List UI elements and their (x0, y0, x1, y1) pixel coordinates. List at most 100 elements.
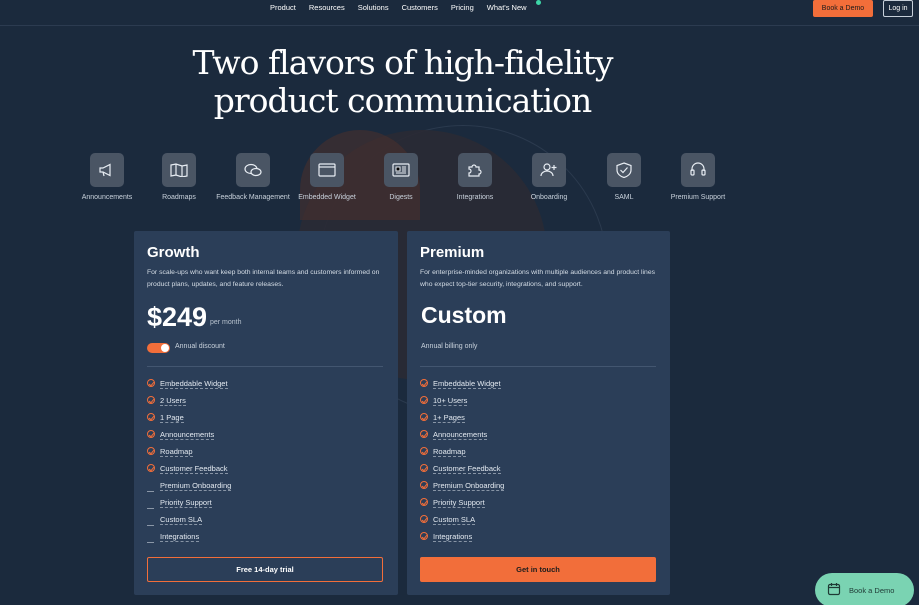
floating-demo-label: Book a Demo (849, 585, 895, 595)
feature-tooltip-link[interactable]: Embeddable Widget (433, 379, 501, 389)
feature-tooltip-link[interactable]: Announcements (160, 430, 215, 440)
feature-label: SAML (614, 194, 634, 201)
map-icon (162, 153, 196, 187)
feature-digests[interactable]: Digests (364, 153, 438, 203)
list-item: Priority Support (420, 498, 504, 515)
nav-link-resources[interactable]: Resources (309, 3, 345, 12)
feature-premium-support[interactable]: Premium Support (661, 153, 735, 203)
check-circle-icon (420, 447, 428, 455)
dash-icon (147, 525, 154, 526)
feature-tooltip-link[interactable]: Roadmap (160, 447, 193, 457)
list-item: Integrations (147, 532, 231, 549)
feature-tooltip-link[interactable]: Announcements (433, 430, 488, 440)
feature-integrations[interactable]: Integrations (438, 153, 512, 203)
page-title-line-1: Two flavors of high-fidelity (192, 43, 614, 82)
feature-tooltip-link[interactable]: Customer Feedback (160, 464, 228, 474)
check-circle-icon (147, 464, 155, 472)
window-icon (310, 153, 344, 187)
newspaper-icon (384, 153, 418, 187)
feature-tooltip-link[interactable]: Embeddable Widget (160, 379, 228, 389)
feature-tooltip-link[interactable]: Integrations (433, 532, 473, 542)
floating-book-demo-button[interactable]: Book a Demo (815, 573, 914, 605)
feature-label: Integrations (456, 194, 494, 201)
check-circle-icon (420, 413, 428, 421)
nav-link-customers[interactable]: Customers (402, 3, 438, 12)
feature-label: Announcements (81, 194, 133, 201)
get-in-touch-button[interactable]: Get in touch (420, 557, 656, 582)
check-circle-icon (420, 396, 428, 404)
check-circle-icon (420, 481, 428, 489)
nav-link-product[interactable]: Product (270, 3, 296, 12)
login-button[interactable]: Log in (883, 0, 913, 17)
check-circle-icon (147, 430, 155, 438)
list-item: Announcements (420, 430, 504, 447)
nav-link-pricing[interactable]: Pricing (451, 3, 474, 12)
nav-links: Product Resources Solutions Customers Pr… (270, 3, 540, 12)
feature-saml[interactable]: SAML (587, 153, 661, 203)
feature-tooltip-link[interactable]: 1 Page (160, 413, 184, 423)
feature-tooltip-link[interactable]: Custom SLA (433, 515, 476, 525)
plan-feature-list: Embeddable Widget 2 Users 1 Page Announc… (147, 379, 232, 549)
list-item: Embeddable Widget (420, 379, 504, 396)
book-demo-button[interactable]: Book a Demo (813, 0, 873, 17)
feature-tooltip-link[interactable]: Priority Support (160, 498, 212, 508)
headset-icon (681, 153, 715, 187)
growth-plan-card: Growth For scale-ups who want keep both … (134, 231, 398, 595)
user-plus-icon (532, 153, 566, 187)
feature-roadmaps[interactable]: Roadmaps (142, 153, 216, 203)
feature-tooltip-link[interactable]: Customer Feedback (433, 464, 501, 474)
feature-label: Roadmaps (162, 194, 196, 201)
feature-tooltip-link[interactable]: Roadmap (433, 447, 466, 457)
plan-description: For scale-ups who want keep both interna… (147, 269, 380, 288)
price-period: per month (210, 319, 242, 326)
shield-check-icon (607, 153, 641, 187)
billing-note: Annual billing only (421, 343, 478, 350)
premium-plan-card: Premium For enterprise-minded organizati… (407, 231, 670, 595)
feature-tooltip-link[interactable]: Custom SLA (160, 515, 203, 525)
check-circle-icon (420, 498, 428, 506)
plan-title: Premium (420, 244, 485, 261)
feature-embedded-widget[interactable]: Embedded Widget (290, 153, 364, 203)
check-circle-icon (147, 413, 155, 421)
nav-link-whats-new[interactable]: What's New (487, 3, 527, 12)
feature-tooltip-link[interactable]: Premium Onboarding (160, 481, 232, 491)
list-item: Integrations (420, 532, 504, 549)
feature-tooltip-link[interactable]: Priority Support (433, 498, 485, 508)
plan-price: $249 (147, 302, 208, 332)
check-circle-icon (420, 430, 428, 438)
list-item: Priority Support (147, 498, 231, 515)
list-item: Premium Onboarding (420, 481, 505, 498)
list-item: 1+ Pages (420, 413, 504, 430)
check-circle-icon (147, 379, 155, 387)
free-trial-button[interactable]: Free 14-day trial (147, 557, 383, 582)
feature-feedback-management[interactable]: Feedback Management (216, 153, 290, 203)
megaphone-icon (90, 153, 124, 187)
feature-label: Feedback Management (216, 194, 290, 201)
feature-tooltip-link[interactable]: 10+ Users (433, 396, 468, 406)
feature-label: Premium Support (670, 194, 726, 201)
nav-link-solutions[interactable]: Solutions (358, 3, 389, 12)
feature-tooltip-link[interactable]: Premium Onboarding (433, 481, 505, 491)
calendar-icon (827, 582, 841, 598)
check-circle-icon (420, 464, 428, 472)
feature-tooltip-link[interactable]: 1+ Pages (433, 413, 465, 423)
feature-label: Embedded Widget (298, 194, 356, 201)
list-item: Custom SLA (420, 515, 504, 532)
check-circle-icon (147, 447, 155, 455)
check-circle-icon (420, 515, 428, 523)
annual-discount-toggle[interactable] (147, 343, 170, 353)
dash-icon (147, 542, 154, 543)
toggle-label: Annual discount (175, 343, 225, 350)
feature-tooltip-link[interactable]: Integrations (160, 532, 200, 542)
page-title-line-2: product communication (213, 81, 592, 120)
feature-label: Digests (389, 194, 413, 201)
list-item: 1 Page (147, 413, 231, 430)
list-item: Customer Feedback (420, 464, 504, 481)
check-circle-icon (420, 532, 428, 540)
check-circle-icon (147, 396, 155, 404)
plan-feature-list: Embeddable Widget 10+ Users 1+ Pages Ann… (420, 379, 505, 549)
feature-announcements[interactable]: Announcements (70, 153, 144, 203)
plan-title: Growth (147, 244, 200, 261)
feature-tooltip-link[interactable]: 2 Users (160, 396, 186, 406)
feature-onboarding[interactable]: Onboarding (512, 153, 586, 203)
